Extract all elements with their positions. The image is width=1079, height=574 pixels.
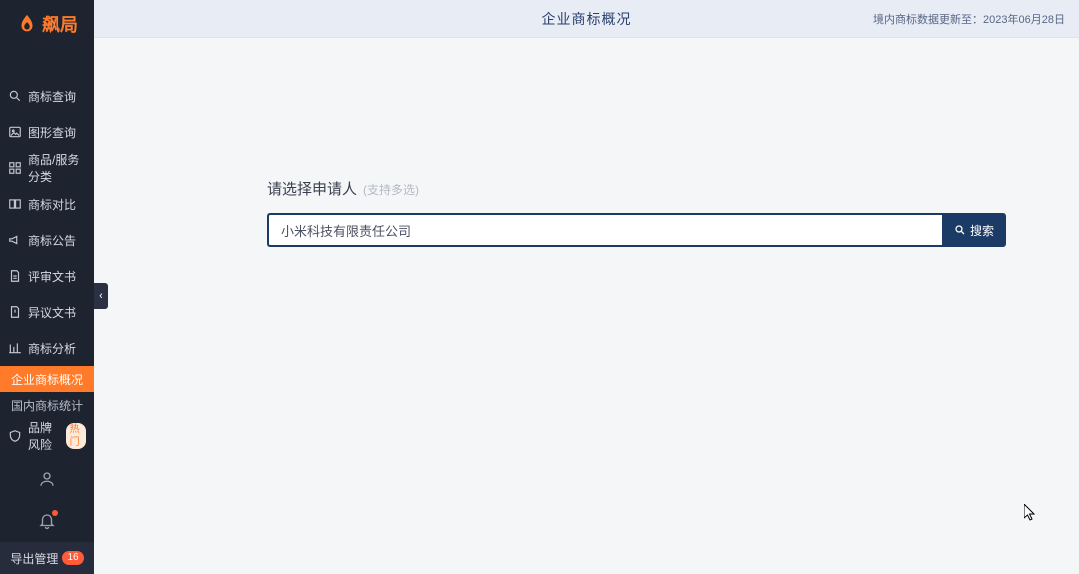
nav-label: 商标公告 (28, 232, 76, 249)
notification-button[interactable] (0, 500, 94, 542)
user-button[interactable] (0, 458, 94, 500)
sidebar-item-announcement[interactable]: 商标公告 (0, 222, 94, 258)
doc-icon (8, 269, 22, 283)
sidebar: 飙局 商标查询 图形查询 商品/服务分类 商标对比 商标公告 评审文书 (0, 0, 94, 574)
sidebar-sub-enterprise-overview[interactable]: 企业商标概况 (0, 366, 94, 392)
sidebar-item-goods-category[interactable]: 商品/服务分类 (0, 150, 94, 186)
nav-label: 品牌风险 (28, 419, 58, 453)
sidebar-item-brand-risk[interactable]: 品牌风险 热门 (0, 418, 94, 454)
update-date: 2023年06月28日 (983, 14, 1065, 26)
nav-label: 商标分析 (28, 340, 76, 357)
sidebar-item-objection-doc[interactable]: 异议文书 (0, 294, 94, 330)
sidebar-sub-domestic-stats[interactable]: 国内商标统计 (0, 392, 94, 418)
nav-label: 商品/服务分类 (28, 151, 86, 185)
sidebar-item-review-doc[interactable]: 评审文书 (0, 258, 94, 294)
update-label: 境内商标数据更新至： (873, 14, 983, 26)
user-icon (38, 470, 56, 488)
grid-icon (8, 161, 22, 175)
topbar: 企业商标概况 境内商标数据更新至：2023年06月28日 (94, 0, 1079, 38)
flame-icon (16, 13, 38, 35)
main: 企业商标概况 境内商标数据更新至：2023年06月28日 请选择申请人 (支持多… (94, 0, 1079, 574)
nav-sub-label: 企业商标概况 (11, 371, 83, 388)
nav-label: 商标查询 (28, 88, 76, 105)
prompt-main: 请选择申请人 (267, 178, 357, 199)
page-title: 企业商标概况 (542, 9, 632, 29)
sidebar-item-image-search[interactable]: 图形查询 (0, 114, 94, 150)
search-button-label: 搜索 (970, 222, 994, 239)
shield-icon (8, 429, 22, 443)
applicant-input[interactable] (267, 213, 942, 247)
export-manage-button[interactable]: 导出管理 16 (0, 542, 94, 574)
nav-label: 评审文书 (28, 268, 76, 285)
nav-label: 商标对比 (28, 196, 76, 213)
search-row: 搜索 (267, 213, 1006, 247)
sidebar-item-trademark-search[interactable]: 商标查询 (0, 78, 94, 114)
search-area: 请选择申请人 (支持多选) 搜索 (267, 178, 1006, 247)
export-count: 16 (62, 551, 83, 565)
compare-icon (8, 197, 22, 211)
sidebar-item-compare[interactable]: 商标对比 (0, 186, 94, 222)
sidebar-bottom: 导出管理 16 (0, 458, 94, 574)
search-icon (954, 224, 966, 236)
chart-icon (8, 341, 22, 355)
brand-name: 飙局 (42, 11, 78, 37)
hot-badge: 热门 (66, 423, 86, 449)
content: 请选择申请人 (支持多选) 搜索 (94, 38, 1079, 574)
prompt-hint: (支持多选) (363, 181, 419, 198)
search-icon (8, 89, 22, 103)
search-button[interactable]: 搜索 (942, 213, 1006, 247)
notification-dot (52, 510, 58, 516)
brand-logo[interactable]: 飙局 (0, 0, 94, 48)
update-info: 境内商标数据更新至：2023年06月28日 (873, 11, 1065, 27)
nav-sub-label: 国内商标统计 (11, 397, 83, 414)
sidebar-collapse-handle[interactable]: ‹ (94, 283, 108, 309)
image-icon (8, 125, 22, 139)
nav-label: 图形查询 (28, 124, 76, 141)
export-label: 导出管理 (10, 550, 58, 567)
nav-label: 异议文书 (28, 304, 76, 321)
alert-doc-icon (8, 305, 22, 319)
bullhorn-icon (8, 233, 22, 247)
chevron-left-icon: ‹ (99, 290, 103, 302)
nav: 商标查询 图形查询 商品/服务分类 商标对比 商标公告 评审文书 异议文书 商 (0, 48, 94, 458)
prompt-row: 请选择申请人 (支持多选) (267, 178, 1006, 199)
sidebar-item-analysis[interactable]: 商标分析 (0, 330, 94, 366)
